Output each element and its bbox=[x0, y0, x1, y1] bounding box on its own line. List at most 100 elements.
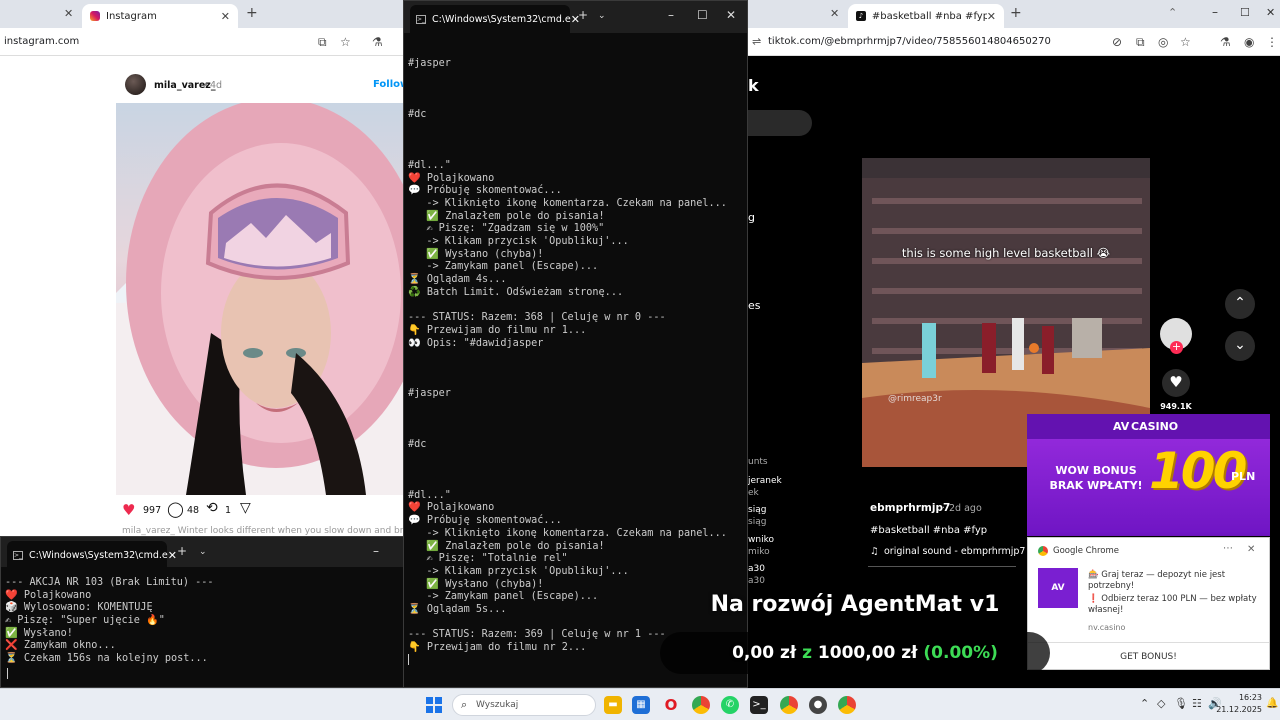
video-author[interactable]: ebmprhrmjp7 bbox=[870, 502, 950, 514]
main-terminal-line bbox=[408, 414, 747, 427]
casino-ad-banner[interactable]: AV CASINO WOW BONUS BRAK WPŁATY! 100 PLN bbox=[1027, 414, 1270, 536]
terminal-icon: >_ bbox=[13, 550, 23, 560]
main-terminal-line: ✅ Znalazłem pole do pisania! bbox=[408, 540, 605, 552]
notification-more-icon[interactable]: ⋯ bbox=[1223, 543, 1233, 554]
like-heart-icon[interactable]: ♥ bbox=[1162, 369, 1190, 397]
donation-current: 0,00 zł bbox=[732, 643, 797, 663]
sidebar-fragment-1[interactable]: g bbox=[748, 211, 755, 224]
small-terminal-dropdown-icon[interactable]: ⌄ bbox=[199, 547, 207, 557]
small-terminal-minimize-icon[interactable]: – bbox=[373, 544, 379, 558]
previous-video-chevron-up-icon[interactable]: ⌃ bbox=[1225, 289, 1255, 319]
microsoft-store-icon[interactable]: ▦ bbox=[632, 696, 650, 714]
tt-address-bar[interactable]: ⇌ tiktok.com/@ebmprhrmjp7/video/75855601… bbox=[748, 28, 1280, 56]
install-app-icon[interactable]: ⧉ bbox=[318, 35, 327, 50]
notification-close-icon[interactable]: ✕ bbox=[1247, 544, 1255, 555]
casino-brand: CASINO bbox=[1131, 420, 1179, 433]
main-terminal-close-icon[interactable]: ✕ bbox=[726, 8, 736, 22]
repost-count: 1 bbox=[225, 505, 232, 516]
microphone-icon[interactable]: 🎙 bbox=[1174, 697, 1188, 710]
main-terminal-tab[interactable]: >_ C:\Windows\System32\cmd.e ✕ bbox=[410, 5, 580, 33]
main-terminal-minimize-icon[interactable]: – bbox=[668, 8, 674, 22]
install-app-icon[interactable]: ⧉ bbox=[1136, 35, 1145, 50]
window-minimize-icon[interactable]: – bbox=[1212, 5, 1218, 19]
overlay-title: Na rozwój AgentMat v1 bbox=[710, 592, 1000, 617]
chrome-notification[interactable]: Google Chrome ⋯ ✕ AV CASINO 🎰 Graj teraz… bbox=[1027, 537, 1270, 670]
tab-close-icon[interactable]: ✕ bbox=[221, 10, 230, 23]
repost-icon[interactable]: ⟲ bbox=[206, 500, 218, 516]
main-terminal-output[interactable]: #jasper #dc #dl..." ❤️ Polajkowano 💬 Próbuję… bbox=[408, 33, 747, 687]
post-image[interactable] bbox=[116, 103, 404, 495]
extensions-icon[interactable]: ⚗ bbox=[1220, 35, 1231, 49]
whatsapp-icon[interactable]: ✆ bbox=[721, 696, 739, 714]
prev-tab-close-icon[interactable]: ✕ bbox=[64, 7, 73, 20]
file-explorer-icon[interactable]: ▬ bbox=[604, 696, 622, 714]
opera-icon[interactable]: O bbox=[662, 696, 680, 714]
video-caption: this is some high level basketball 😭 bbox=[901, 246, 1111, 260]
window-maximize-icon[interactable]: ☐ bbox=[1240, 6, 1250, 19]
notification-line-1: 🎰 Graj teraz — depozyt nie jest potrzebn… bbox=[1088, 570, 1226, 591]
chrome-profile-2-icon[interactable] bbox=[780, 696, 798, 714]
small-terminal-tab[interactable]: >_ C:\Windows\System32\cmd.e ✕ bbox=[7, 541, 177, 569]
video-sound[interactable]: original sound - ebmprhrmjp7 bbox=[884, 546, 1025, 557]
window-close-icon[interactable]: ✕ bbox=[1266, 6, 1275, 19]
tab-close-icon[interactable]: ✕ bbox=[987, 10, 996, 23]
sidebar-account-3a[interactable]: wniko bbox=[748, 535, 774, 545]
bookmark-star-icon[interactable]: ☆ bbox=[340, 35, 351, 49]
video-hashtags[interactable]: #basketball #nba #fyp bbox=[870, 525, 987, 536]
chrome-profile-3-icon[interactable] bbox=[838, 696, 856, 714]
start-windows-icon[interactable] bbox=[426, 697, 442, 713]
sidebar-account-1a[interactable]: jeranek bbox=[748, 476, 782, 486]
bookmark-star-icon[interactable]: ☆ bbox=[1180, 35, 1191, 49]
small-terminal-tab-close-icon[interactable]: ✕ bbox=[168, 549, 177, 562]
like-heart-icon[interactable]: ♥ bbox=[122, 501, 135, 519]
main-terminal-line: ❤️ Polajkowano bbox=[408, 172, 495, 184]
donation-goal: 1000,00 zł bbox=[817, 643, 918, 663]
main-terminal-new-tab-icon[interactable]: + bbox=[578, 8, 588, 22]
new-tab-icon[interactable]: + bbox=[246, 5, 258, 21]
ig-address-bar[interactable]: instagram.com ⧉ ☆ ⚗ bbox=[0, 28, 404, 56]
small-terminal-output[interactable]: --- AKCJA NR 103 (Brak Limitu) --- ❤️ Pol… bbox=[5, 577, 403, 687]
sidebar-account-4b: a30 bbox=[748, 576, 765, 586]
extensions-icon[interactable]: ⚗ bbox=[372, 35, 383, 49]
main-terminal-line: ✅ Znalazłem pole do pisania! bbox=[408, 210, 605, 222]
sidebar-fragment-2[interactable]: es bbox=[748, 299, 761, 312]
main-terminal-maximize-icon[interactable]: ☐ bbox=[697, 8, 708, 22]
share-send-icon[interactable]: ▽ bbox=[240, 500, 251, 516]
dropbox-icon[interactable]: ◇ bbox=[1157, 697, 1165, 710]
new-tab-icon[interactable]: + bbox=[1010, 5, 1022, 21]
avatar[interactable] bbox=[125, 74, 146, 95]
clock-date[interactable]: 21.12.2025 bbox=[1212, 705, 1262, 714]
main-terminal-line: 👀 Opis: "#dawidjasper bbox=[408, 337, 544, 349]
prev-tab-close-icon[interactable]: ✕ bbox=[830, 7, 839, 20]
next-video-chevron-down-icon[interactable]: ⌄ bbox=[1225, 331, 1255, 361]
site-info-icon[interactable]: ⇌ bbox=[752, 35, 761, 48]
app-icon[interactable]: ● bbox=[809, 696, 827, 714]
chrome-icon[interactable] bbox=[692, 696, 710, 714]
main-terminal-dropdown-icon[interactable]: ⌄ bbox=[598, 11, 606, 21]
main-terminal-line bbox=[408, 464, 747, 477]
follow-plus-icon[interactable]: + bbox=[1170, 341, 1183, 354]
hide-eye-icon[interactable]: ◎ bbox=[1158, 35, 1168, 49]
terminal-icon[interactable]: >_ bbox=[750, 696, 768, 714]
clock-time[interactable]: 16:23 bbox=[1222, 693, 1262, 702]
no-tracking-icon[interactable]: ⊘ bbox=[1112, 35, 1122, 49]
sidebar-account-2a[interactable]: siąg bbox=[748, 505, 766, 515]
search-icon: ⌕ bbox=[461, 698, 468, 711]
sidebar-account-4a[interactable]: a30 bbox=[748, 564, 765, 574]
chrome-profile-icon[interactable]: ⌃ bbox=[1168, 6, 1177, 19]
sidebar-search-box[interactable] bbox=[748, 110, 812, 136]
comment-icon[interactable]: ◯ bbox=[167, 500, 184, 518]
main-terminal-line bbox=[408, 426, 747, 439]
chrome-profile-icon[interactable]: ◉ bbox=[1244, 35, 1254, 49]
donation-of: z bbox=[802, 643, 812, 663]
tab-tiktok[interactable]: ♪ #basketball #nba #fyp | Tik ✕ bbox=[848, 4, 1004, 28]
chrome-menu-icon[interactable]: ⋮ bbox=[1266, 35, 1278, 49]
small-terminal-new-tab-icon[interactable]: + bbox=[177, 544, 187, 558]
follow-button[interactable]: Follow bbox=[373, 79, 404, 90]
tray-chevron-up-icon[interactable]: ⌃ bbox=[1140, 697, 1149, 710]
tab-instagram[interactable]: Instagram ✕ bbox=[82, 4, 238, 28]
get-bonus-button[interactable]: GET BONUS! bbox=[1028, 652, 1269, 662]
notifications-bell-icon[interactable]: 🔔 bbox=[1266, 698, 1278, 709]
network-icon[interactable]: ☷ bbox=[1192, 697, 1202, 710]
taskbar-search-box[interactable]: ⌕ Wyszukaj bbox=[452, 694, 596, 716]
